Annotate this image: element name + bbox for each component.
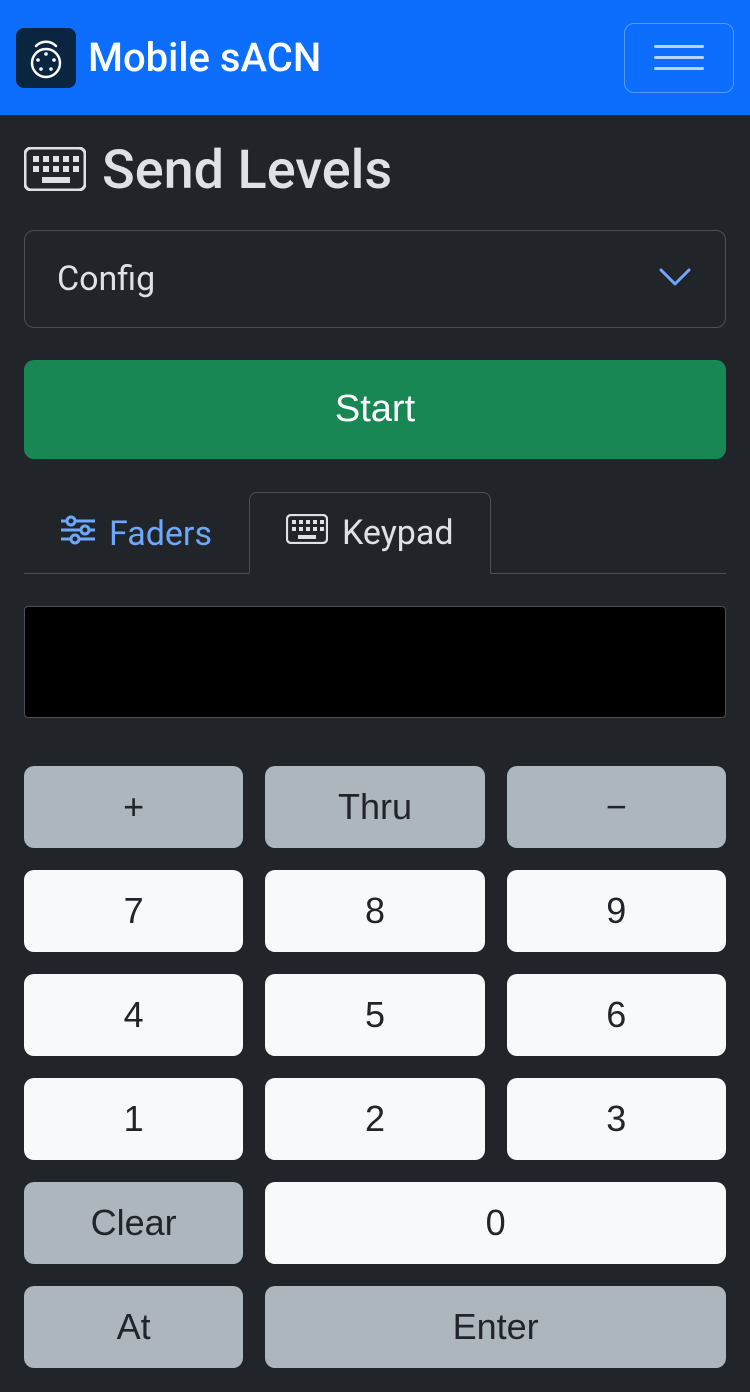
start-button[interactable]: Start [24,360,726,459]
hamburger-icon [654,45,704,48]
config-label: Config [57,259,155,299]
keypad-plus-button[interactable]: + [24,766,243,848]
sliders-icon [61,514,95,554]
keyboard-icon [24,147,86,195]
tab-keypad-label: Keypad [342,513,454,553]
keypad-grid: + Thru − 7 8 9 4 5 6 1 2 3 Clear 0 At En… [24,766,726,1368]
keypad-7-button[interactable]: 7 [24,870,243,952]
keypad-8-button[interactable]: 8 [265,870,484,952]
keyboard-icon [286,513,328,553]
tab-faders-label: Faders [109,514,212,554]
keypad-clear-button[interactable]: Clear [24,1182,243,1264]
config-dropdown[interactable]: Config [24,230,726,328]
navbar-title: Mobile sACN [88,34,321,81]
navbar: Mobile sACN [0,0,750,115]
keypad-at-button[interactable]: At [24,1286,243,1368]
tab-faders[interactable]: Faders [24,492,249,574]
page-title-row: Send Levels [24,139,726,202]
navbar-brand[interactable]: Mobile sACN [16,28,321,88]
keypad-thru-button[interactable]: Thru [265,766,484,848]
keypad-9-button[interactable]: 9 [507,870,726,952]
menu-toggle-button[interactable] [624,23,734,93]
chevron-down-icon [657,266,693,292]
keypad-6-button[interactable]: 6 [507,974,726,1056]
page-title: Send Levels [102,139,392,202]
keypad-1-button[interactable]: 1 [24,1078,243,1160]
keypad-minus-button[interactable]: − [507,766,726,848]
keypad-enter-button[interactable]: Enter [265,1286,726,1368]
keypad-0-button[interactable]: 0 [265,1182,726,1264]
keypad-display [24,606,726,718]
keypad-2-button[interactable]: 2 [265,1078,484,1160]
app-logo-icon [16,28,76,88]
keypad-4-button[interactable]: 4 [24,974,243,1056]
keypad-3-button[interactable]: 3 [507,1078,726,1160]
tab-keypad[interactable]: Keypad [249,492,491,574]
tabs: Faders Keypad [24,491,726,574]
keypad-5-button[interactable]: 5 [265,974,484,1056]
content-area: Send Levels Config Start Fad [0,115,750,1392]
